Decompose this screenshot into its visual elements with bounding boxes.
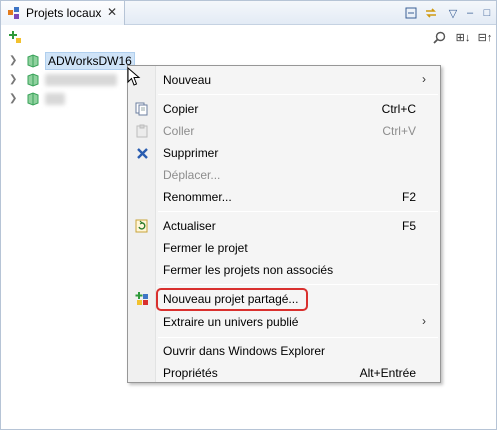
search-icon[interactable]	[431, 29, 447, 45]
chevron-right-icon[interactable]: ❯	[9, 55, 19, 66]
collapse-icon[interactable]: ⊟↑	[475, 29, 495, 45]
tab-local-projects[interactable]: Projets locaux ✕	[1, 1, 125, 25]
menu-item-shortcut: F2	[401, 190, 416, 204]
menu-item-label: Renommer...	[163, 190, 232, 204]
project-icon	[27, 91, 39, 106]
menu-item-shortcut: Alt+Entrée	[359, 366, 416, 380]
annotation-highlight-box	[156, 288, 308, 311]
chevron-right-icon[interactable]: ❯	[9, 93, 19, 104]
menu-item-label: Extraire un univers publié	[163, 315, 299, 329]
menu-item-fermer-non-associes[interactable]: Fermer les projets non associés	[130, 259, 438, 281]
context-menu: Nouveau › Copier Ctrl+C Coller Ctrl+V Su…	[127, 65, 441, 383]
menu-item-label: Propriétés	[163, 366, 218, 380]
paste-icon	[134, 123, 150, 139]
menu-item-shortcut: F5	[401, 219, 416, 233]
menu-item-extraire-univers[interactable]: Extraire un univers publié ›	[130, 311, 438, 333]
menu-item-fermer-projet[interactable]: Fermer le projet	[130, 237, 438, 259]
menu-item-label: Nouveau	[163, 73, 212, 87]
menu-separator	[158, 284, 438, 285]
menu-item-shortcut: Ctrl+C	[381, 102, 416, 116]
redacted-label	[45, 73, 117, 86]
menu-item-coller: Coller Ctrl+V	[130, 120, 438, 142]
menu-item-label: Copier	[163, 102, 199, 116]
maximize-icon[interactable]: □	[479, 5, 495, 21]
tree-item-label: ADWorksDW16	[45, 51, 135, 70]
menu-item-label: Actualiser	[163, 219, 216, 233]
menu-item-label: Supprimer	[163, 146, 219, 160]
copy-icon	[134, 101, 150, 117]
mouse-cursor-icon	[127, 66, 141, 87]
menu-item-deplacer: Déplacer...	[130, 164, 438, 186]
menu-item-ouvrir-explorer[interactable]: Ouvrir dans Windows Explorer	[130, 340, 438, 362]
delete-icon	[134, 145, 150, 161]
menu-item-renommer[interactable]: Renommer... F2	[130, 186, 438, 208]
view-menu-icon[interactable]: ▽	[445, 5, 461, 21]
shared-project-icon	[134, 291, 150, 307]
link-with-editor-icon[interactable]	[423, 5, 439, 21]
tab-title: Projets locaux	[26, 6, 102, 20]
menu-separator	[158, 211, 438, 212]
menu-item-label: Ouvrir dans Windows Explorer	[163, 344, 326, 358]
project-icon	[27, 53, 39, 68]
local-projects-view: Projets locaux ✕ ▽ – □ ⊞↓ ⊟↑ ❯ ADWorksDW…	[0, 0, 497, 430]
menu-separator	[158, 337, 438, 338]
collapse-all-icon[interactable]	[403, 5, 419, 21]
view-toolbar: ⊞↓ ⊟↑	[1, 26, 496, 48]
menu-item-supprimer[interactable]: Supprimer	[130, 142, 438, 164]
submenu-arrow-icon: ›	[422, 72, 426, 86]
redacted-label	[45, 92, 65, 105]
submenu-arrow-icon: ›	[422, 314, 426, 328]
refresh-icon	[134, 218, 150, 234]
project-icon	[27, 72, 39, 87]
menu-item-label: Coller	[163, 124, 195, 138]
menu-separator	[158, 94, 438, 95]
close-icon[interactable]: ✕	[106, 6, 118, 18]
menu-item-nouveau[interactable]: Nouveau ›	[130, 69, 438, 91]
chevron-right-icon[interactable]: ❯	[9, 74, 19, 85]
menu-item-label: Fermer le projet	[163, 241, 248, 255]
menu-item-actualiser[interactable]: Actualiser F5	[130, 215, 438, 237]
menu-item-label: Déplacer...	[163, 168, 221, 182]
minimize-icon[interactable]: –	[462, 5, 478, 21]
menu-item-shortcut: Ctrl+V	[382, 124, 416, 138]
local-projects-icon	[7, 6, 21, 20]
view-tab-bar: Projets locaux ✕ ▽ – □	[1, 1, 496, 25]
menu-item-label: Fermer les projets non associés	[163, 263, 334, 277]
expand-all-icon[interactable]: ⊞↓	[453, 29, 473, 45]
menu-item-copier[interactable]: Copier Ctrl+C	[130, 98, 438, 120]
new-project-icon[interactable]	[7, 29, 23, 45]
menu-item-proprietes[interactable]: Propriétés Alt+Entrée	[130, 362, 438, 384]
